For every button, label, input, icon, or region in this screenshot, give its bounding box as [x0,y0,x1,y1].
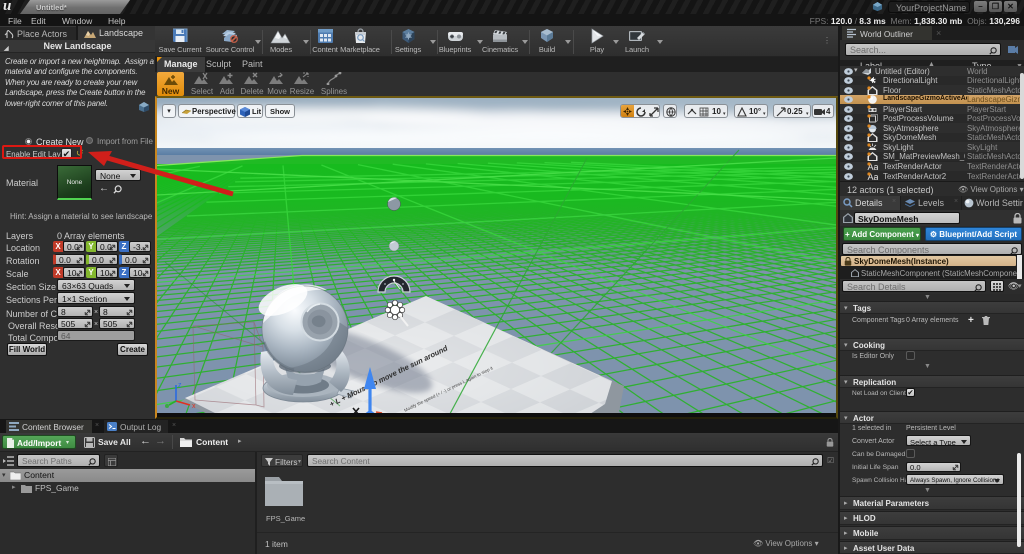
svg-text:z: z [178,382,182,389]
svg-text:x: x [192,403,196,410]
